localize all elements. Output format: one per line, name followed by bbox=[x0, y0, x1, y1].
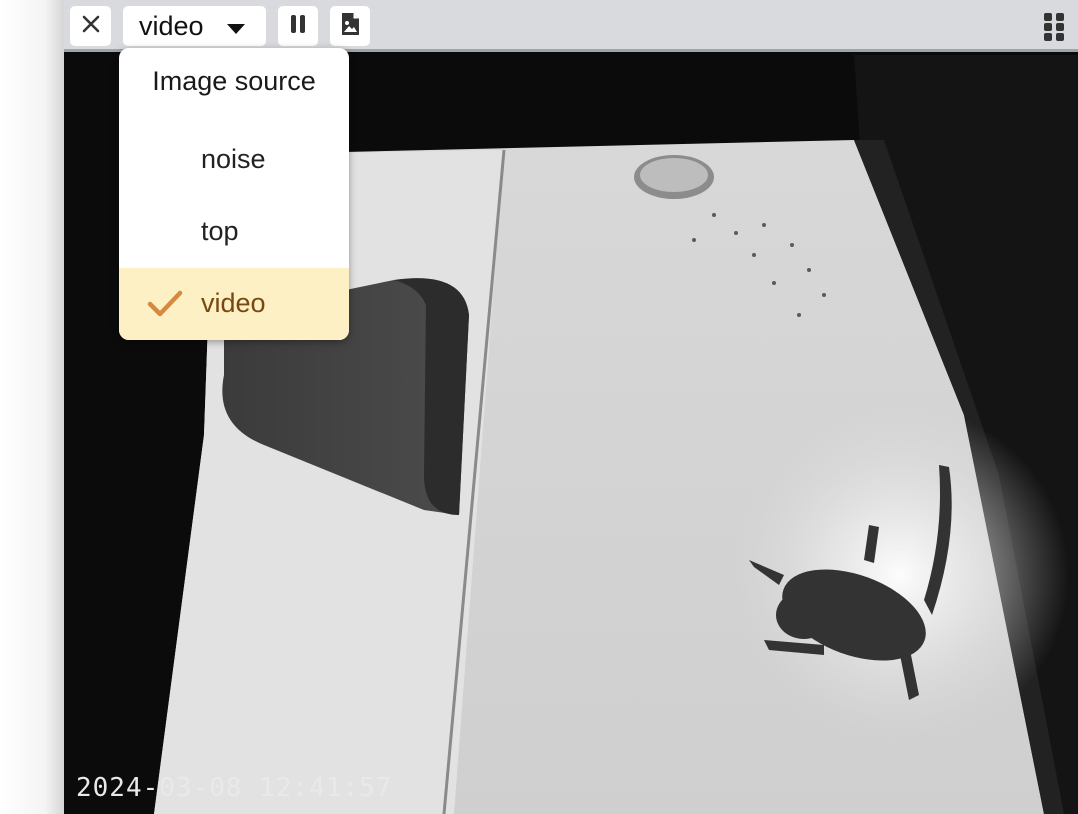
menu-item-label: top bbox=[201, 216, 239, 246]
close-icon bbox=[82, 15, 100, 38]
page-margin bbox=[0, 0, 64, 814]
pause-button[interactable] bbox=[278, 6, 318, 46]
image-source-value: video bbox=[139, 10, 204, 41]
menu-item-video[interactable]: video bbox=[119, 268, 349, 340]
panel-toolbar: video bbox=[64, 0, 1078, 52]
menu-header: Image source bbox=[152, 66, 316, 96]
menu-item-noise[interactable]: noise bbox=[119, 124, 349, 196]
menu-item-label: video bbox=[201, 288, 266, 318]
checkmark-icon bbox=[147, 290, 183, 323]
drag-grip-icon bbox=[1042, 13, 1066, 46]
image-file-icon bbox=[340, 12, 360, 41]
image-source-menu: Image source noise top video bbox=[119, 48, 349, 340]
menu-item-label: noise bbox=[201, 144, 266, 174]
image-source-select[interactable]: video bbox=[123, 6, 266, 46]
caret-down-icon bbox=[226, 22, 246, 40]
drag-handle[interactable] bbox=[1042, 12, 1066, 42]
video-timestamp: 2024-03-08 12:41:57 bbox=[76, 773, 393, 803]
menu-item-top[interactable]: top bbox=[119, 196, 349, 268]
snapshot-button[interactable] bbox=[330, 6, 370, 46]
close-button[interactable] bbox=[70, 6, 111, 46]
pause-icon bbox=[289, 14, 307, 39]
